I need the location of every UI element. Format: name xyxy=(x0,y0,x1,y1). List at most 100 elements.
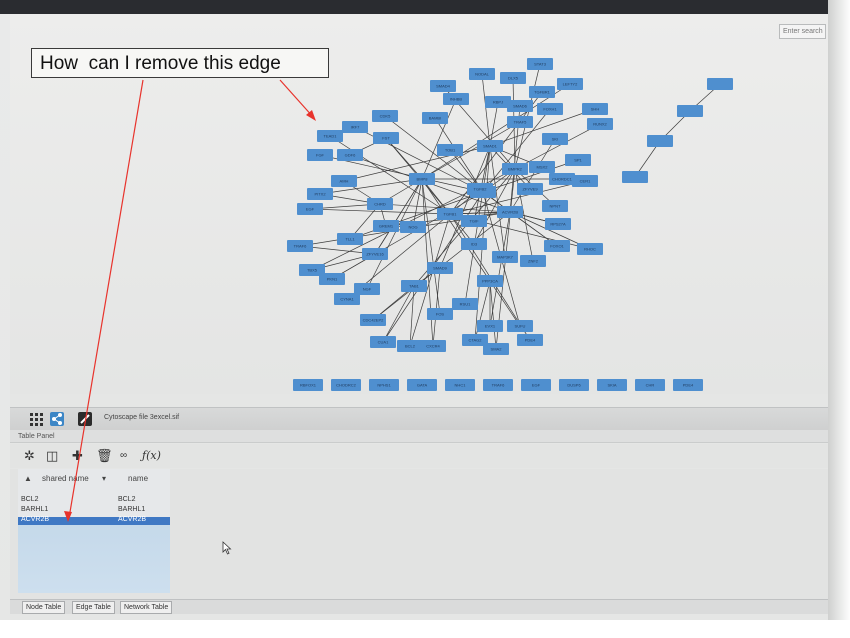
table-cell[interactable]: ACVR2B xyxy=(118,516,146,523)
network-node[interactable]: RUNX2 xyxy=(587,118,613,130)
network-node[interactable]: RHOC xyxy=(577,243,603,255)
network-node[interactable]: TLL1 xyxy=(337,233,363,245)
network-node[interactable]: TGFBR1 xyxy=(529,86,555,98)
network-node[interactable]: TAB1 xyxy=(401,280,427,292)
network-node[interactable]: TOB1 xyxy=(437,144,463,156)
network-node[interactable]: NPNT xyxy=(542,200,568,212)
table-cell[interactable]: BARHL1 xyxy=(21,506,48,513)
network-node[interactable]: EGF xyxy=(297,203,323,215)
network-node[interactable]: PITX2 xyxy=(307,188,333,200)
table-cell[interactable]: BARHL1 xyxy=(118,506,145,513)
network-node[interactable]: FGF xyxy=(307,149,333,161)
sort-icon[interactable]: ▲ xyxy=(24,474,32,483)
network-node[interactable]: IRF7 xyxy=(342,121,368,133)
network-node[interactable]: TRAF6 xyxy=(287,240,313,252)
network-node[interactable]: PKN1 xyxy=(319,273,345,285)
network-node[interactable]: AMH xyxy=(331,175,357,187)
column-header-name[interactable]: name xyxy=(128,474,148,483)
network-edge[interactable] xyxy=(489,280,521,327)
gear-icon[interactable]: ✲ xyxy=(24,448,35,464)
network-node[interactable]: BCL2 xyxy=(397,340,423,352)
network-node[interactable] xyxy=(647,135,673,147)
node-table-grid[interactable] xyxy=(18,469,170,593)
grid-icon[interactable] xyxy=(30,412,44,426)
link-icon[interactable]: ∞ xyxy=(120,448,127,464)
network-node[interactable]: SKI xyxy=(542,133,568,145)
network-node[interactable]: MAP3K7 xyxy=(492,251,518,263)
network-edge[interactable] xyxy=(489,101,499,147)
tab-network-table[interactable]: Network Table xyxy=(120,601,173,614)
network-node[interactable]: ZFYVE9 xyxy=(517,183,543,195)
tab-node-table[interactable]: Node Table xyxy=(22,601,66,614)
network-node[interactable]: CHORDC1 xyxy=(549,173,575,185)
network-node[interactable]: RPS27A xyxy=(545,218,571,230)
network-node[interactable]: CUA1 xyxy=(370,336,396,348)
network-node[interactable]: FOXH1 xyxy=(537,103,563,115)
network-node[interactable]: CDC42EP2 xyxy=(360,314,386,326)
network-node[interactable]: PDE4 xyxy=(517,334,543,346)
network-node[interactable]: INHBB xyxy=(443,93,469,105)
function-builder-icon[interactable]: ƒ(x) xyxy=(142,448,161,464)
network-node[interactable]: ID3 xyxy=(461,238,487,250)
network-node[interactable]: SKIA xyxy=(597,379,627,391)
dropdown-chevron-icon[interactable]: ▾ xyxy=(102,474,106,483)
network-node[interactable]: NOG xyxy=(400,221,426,233)
network-node[interactable]: NHC1 xyxy=(445,379,475,391)
tab-edge-table[interactable]: Edge Table xyxy=(72,601,115,614)
network-node[interactable] xyxy=(622,171,648,183)
network-node[interactable]: LEFTY2 xyxy=(557,78,583,90)
network-node[interactable]: CER1 xyxy=(572,175,598,187)
network-node[interactable]: GREM1 xyxy=(373,220,399,232)
network-node[interactable]: SMAD1 xyxy=(477,140,503,152)
network-node[interactable]: NGF xyxy=(354,283,380,295)
network-edge[interactable] xyxy=(382,285,415,343)
network-node[interactable]: CDK5 xyxy=(372,110,398,122)
network-node[interactable]: TRAF6 xyxy=(483,379,513,391)
network-node[interactable]: SUFU xyxy=(507,320,533,332)
network-node[interactable]: RSU1 xyxy=(452,298,478,310)
network-node[interactable]: STAT3 xyxy=(527,58,553,70)
network-node[interactable]: NPHS1 xyxy=(369,379,399,391)
network-node[interactable]: NODAL xyxy=(469,68,495,80)
network-node[interactable] xyxy=(677,105,703,117)
network-node[interactable]: BMP8 xyxy=(409,173,435,185)
network-node[interactable]: CHODRC2 xyxy=(331,379,361,391)
network-node[interactable]: EGF xyxy=(521,379,551,391)
network-node[interactable]: GDF6 xyxy=(337,149,363,161)
network-node[interactable]: BMPR2 xyxy=(502,163,528,175)
columns-icon[interactable]: ◫ xyxy=(46,448,58,464)
network-node[interactable]: SMAD4 xyxy=(430,80,456,92)
edit-icon[interactable] xyxy=(78,412,92,426)
table-cell[interactable]: ACVR2B xyxy=(21,516,49,523)
network-edge[interactable] xyxy=(489,280,497,350)
network-node[interactable]: FST xyxy=(373,132,399,144)
network-node[interactable]: PPP3CA xyxy=(477,275,503,287)
network-node[interactable]: PDE4 xyxy=(673,379,703,391)
network-edge[interactable] xyxy=(409,285,415,347)
network-node[interactable]: CHR xyxy=(635,379,665,391)
network-node[interactable]: TEAD1 xyxy=(317,130,343,142)
network-node[interactable]: TGIF xyxy=(461,215,487,227)
column-header-shared-name[interactable]: shared name xyxy=(42,474,89,483)
network-view-icon[interactable] xyxy=(50,412,64,426)
network-node[interactable]: SHH xyxy=(582,103,608,115)
network-node[interactable]: EVX1 xyxy=(477,320,503,332)
network-node[interactable]: TGFB1 xyxy=(437,208,463,220)
network-node[interactable]: ZNF2 xyxy=(520,255,546,267)
table-cell[interactable]: BCL2 xyxy=(118,496,136,503)
trash-icon[interactable]: 🗑 xyxy=(96,448,113,464)
network-node[interactable]: GATA xyxy=(407,379,437,391)
add-column-icon[interactable]: ✚ xyxy=(72,448,83,464)
network-node[interactable]: TGFB2 xyxy=(467,183,493,195)
network-node[interactable]: SP1 xyxy=(565,154,591,166)
network-node[interactable]: TRAF5 xyxy=(507,116,533,128)
network-node[interactable]: SMAD9 xyxy=(427,262,453,274)
network-node[interactable]: BAMBI xyxy=(422,112,448,124)
network-node[interactable]: SMA2 xyxy=(483,343,509,355)
network-node[interactable] xyxy=(707,78,733,90)
network-node[interactable]: MSX2 xyxy=(529,161,555,173)
network-edge[interactable] xyxy=(489,145,506,258)
network-node[interactable]: DLX5 xyxy=(500,72,526,84)
network-node[interactable]: FOXO1 xyxy=(544,240,570,252)
network-node[interactable]: CHRD xyxy=(367,198,393,210)
